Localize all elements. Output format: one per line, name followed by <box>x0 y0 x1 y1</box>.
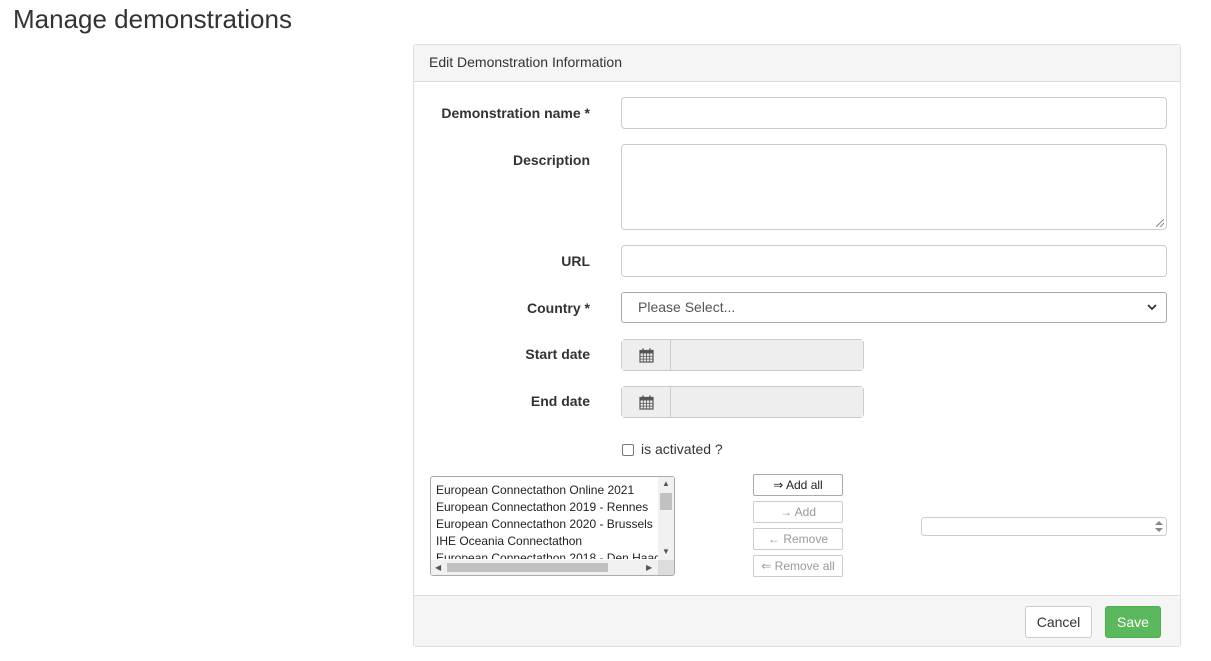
end-date-calendar-button[interactable] <box>622 387 671 417</box>
add-button[interactable]: → Add <box>753 501 843 523</box>
end-date-group <box>621 386 864 418</box>
country-selected-value: Please Select... <box>638 299 736 315</box>
target-listbox[interactable] <box>921 517 1167 536</box>
scrollbar-corner <box>658 560 674 575</box>
start-date-label: Start date <box>525 346 590 362</box>
list-item[interactable]: European Connectathon 2018 - Den Haag <box>436 550 658 559</box>
scroll-right-icon[interactable]: ▶ <box>646 563 652 572</box>
resize-grip-icon[interactable] <box>1156 219 1164 227</box>
panel-heading-text: Edit Demonstration Information <box>429 54 622 70</box>
end-date-input[interactable] <box>671 387 863 417</box>
scroll-down-icon[interactable]: ▼ <box>662 547 670 556</box>
url-input[interactable] <box>621 245 1167 277</box>
start-date-group <box>621 339 864 371</box>
edit-demonstration-panel: Edit Demonstration Information Demonstra… <box>413 44 1181 647</box>
calendar-icon <box>638 348 654 363</box>
scroll-up-icon[interactable]: ▲ <box>662 479 670 488</box>
vertical-scroll-thumb[interactable] <box>660 493 672 510</box>
demonstration-name-input[interactable] <box>621 97 1167 129</box>
start-date-calendar-button[interactable] <box>622 340 671 370</box>
description-label: Description <box>512 152 590 168</box>
list-item[interactable]: European Connectathon 2020 - Brussels <box>436 516 658 533</box>
calendar-icon <box>638 395 654 410</box>
source-list-items: European Connectathon Online 2021 Europe… <box>436 482 658 559</box>
is-activated-label: is activated ? <box>641 441 723 457</box>
save-button[interactable]: Save <box>1105 606 1161 638</box>
cancel-button[interactable]: Cancel <box>1025 606 1092 638</box>
country-label: Country * <box>527 300 590 316</box>
horizontal-scrollbar[interactable]: ◀ ▶ <box>431 560 659 575</box>
remove-button[interactable]: ← Remove <box>753 528 843 550</box>
source-listbox[interactable]: European Connectathon Online 2021 Europe… <box>430 476 675 576</box>
vertical-scrollbar[interactable]: ▲ ▼ <box>658 477 674 561</box>
chevron-down-icon <box>1147 304 1157 311</box>
demonstration-name-label: Demonstration name * <box>441 105 590 121</box>
end-date-label: End date <box>530 393 590 409</box>
is-activated-checkbox[interactable] <box>622 444 634 456</box>
list-item[interactable]: IHE Oceania Connectathon <box>436 533 658 550</box>
list-item[interactable]: European Connectathon Online 2021 <box>436 482 658 499</box>
description-textarea[interactable] <box>621 144 1167 230</box>
add-all-button[interactable]: ⇒ Add all <box>753 474 843 496</box>
spinner-arrows-icon[interactable] <box>1154 519 1164 534</box>
panel-heading: Edit Demonstration Information <box>414 45 1180 82</box>
scroll-left-icon[interactable]: ◀ <box>435 563 441 572</box>
remove-all-button[interactable]: ⇐ Remove all <box>753 555 843 577</box>
panel-footer: Cancel Save <box>414 595 1180 646</box>
start-date-input[interactable] <box>671 340 863 370</box>
horizontal-scroll-thumb[interactable] <box>447 563 608 572</box>
country-select[interactable]: Please Select... <box>621 292 1167 323</box>
url-label: URL <box>561 253 590 269</box>
page-title: Manage demonstrations <box>13 4 292 34</box>
list-item[interactable]: European Connectathon 2019 - Rennes <box>436 499 658 516</box>
